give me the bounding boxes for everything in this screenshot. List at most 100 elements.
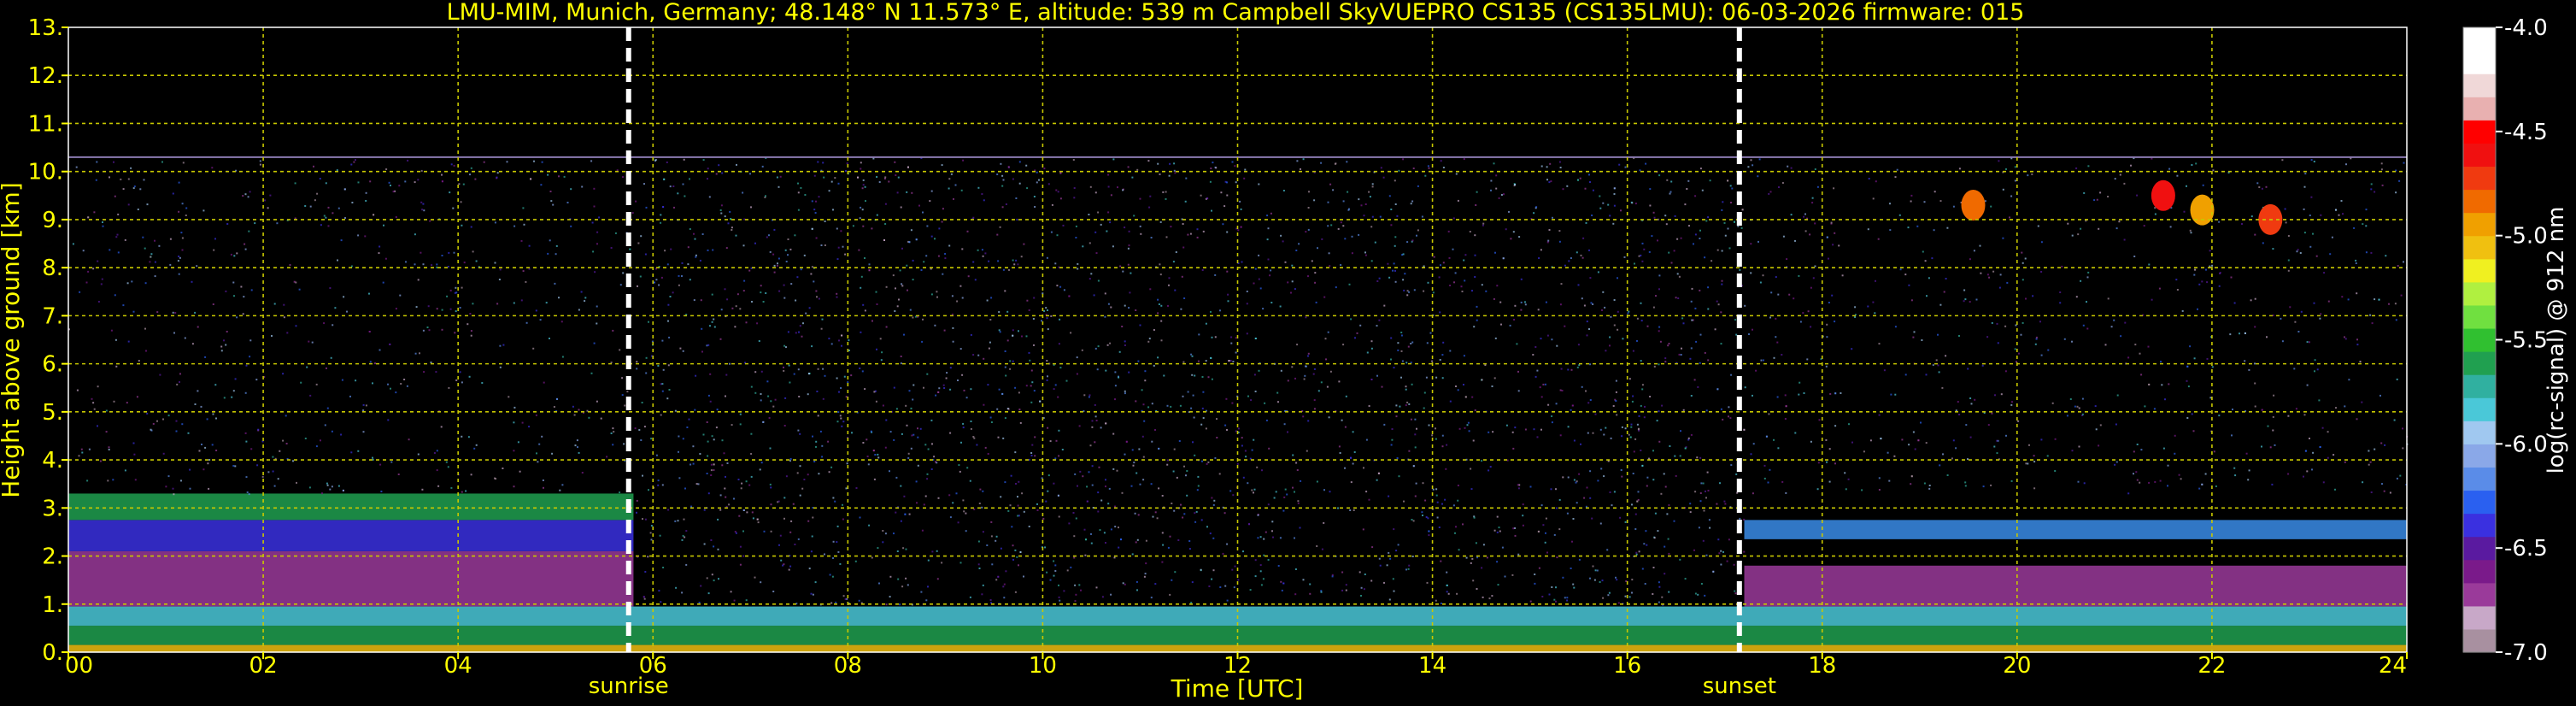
noise-speck [1078,584,1081,586]
noise-speck [1694,491,1697,493]
noise-speck [1407,345,1410,348]
noise-speck [1246,291,1248,292]
noise-speck [115,365,118,368]
noise-speck [904,513,907,515]
noise-speck [731,424,733,427]
noise-speck [1187,233,1189,236]
noise-speck [519,470,521,473]
noise-speck [1186,494,1188,497]
colorbar-tick-label: -4.5 [2504,120,2548,145]
noise-speck [2359,361,2362,363]
noise-speck [470,334,472,337]
noise-speck [789,458,792,460]
noise-speck [909,309,912,311]
noise-speck [931,443,933,445]
noise-speck [2190,232,2192,234]
colorbar-segment [2463,513,2496,538]
noise-speck [1602,291,1605,293]
noise-speck [999,226,1001,228]
noise-speck [1023,510,1025,513]
noise-speck [752,517,754,520]
noise-speck [373,214,375,216]
noise-speck [1030,401,1033,403]
noise-speck [374,362,376,365]
noise-speck [1236,462,1239,465]
noise-speck [721,439,724,442]
noise-speck [1426,342,1429,344]
noise-speck [1302,579,1305,581]
noise-speck [573,414,576,416]
noise-speck [1641,384,1644,386]
noise-speck [735,532,737,534]
noise-speck [1280,580,1282,583]
noise-speck [962,422,965,425]
noise-speck [1616,579,1618,581]
noise-speck [1046,571,1048,574]
noise-speck [2148,481,2151,484]
noise-speck [513,225,516,227]
noise-speck [1073,535,1076,538]
noise-speck [1567,476,1570,479]
noise-speck [2267,425,2269,427]
noise-speck [1081,349,1083,351]
noise-speck [815,445,817,448]
noise-speck [1442,262,1445,264]
noise-speck [213,249,215,251]
noise-speck [109,176,110,179]
noise-speck [481,382,484,384]
noise-speck [635,200,637,203]
noise-speck [236,252,238,255]
noise-speck [1063,289,1065,291]
noise-speck [1407,568,1410,570]
noise-speck [455,286,457,289]
noise-speck [547,174,549,176]
noise-speck [1395,415,1398,418]
noise-speck [1379,215,1382,218]
noise-speck [924,495,927,497]
noise-speck [811,535,813,538]
noise-speck [1981,364,1984,367]
noise-speck [2076,405,2079,408]
noise-speck [804,194,807,196]
noise-speck [772,591,775,592]
noise-speck [2299,252,2302,254]
noise-speck [324,424,326,427]
noise-speck [636,499,638,502]
noise-speck [1601,309,1603,311]
noise-speck [647,556,649,558]
noise-speck [2306,341,2309,344]
noise-speck [678,450,679,453]
noise-speck [1432,291,1435,294]
noise-speck [1131,553,1134,556]
noise-speck [1496,515,1499,518]
noise-speck [1080,589,1082,591]
noise-speck [1559,167,1562,168]
noise-speck [325,216,327,219]
noise-speck [711,435,713,438]
noise-speck [1963,289,1966,291]
noise-speck [389,343,391,345]
noise-speck [400,383,402,385]
noise-speck [2067,222,2069,225]
noise-speck [161,161,163,163]
noise-speck [1489,466,1492,468]
noise-speck [1018,515,1020,517]
noise-speck [837,182,840,185]
noise-speck [2202,184,2204,186]
noise-speck [558,297,560,299]
noise-speck [950,173,953,175]
noise-speck [730,218,732,221]
noise-speck [2234,474,2237,477]
noise-speck [1965,424,1968,427]
colorbar-segment [2463,582,2496,607]
noise-speck [1277,401,1279,403]
noise-speck [1154,511,1157,514]
noise-speck [1124,392,1126,395]
noise-speck [596,400,598,403]
noise-speck [1680,430,1681,432]
noise-speck [837,411,840,414]
noise-speck [1834,321,1836,323]
noise-speck [1240,226,1242,228]
noise-speck [1660,492,1663,495]
noise-speck [1664,485,1667,488]
